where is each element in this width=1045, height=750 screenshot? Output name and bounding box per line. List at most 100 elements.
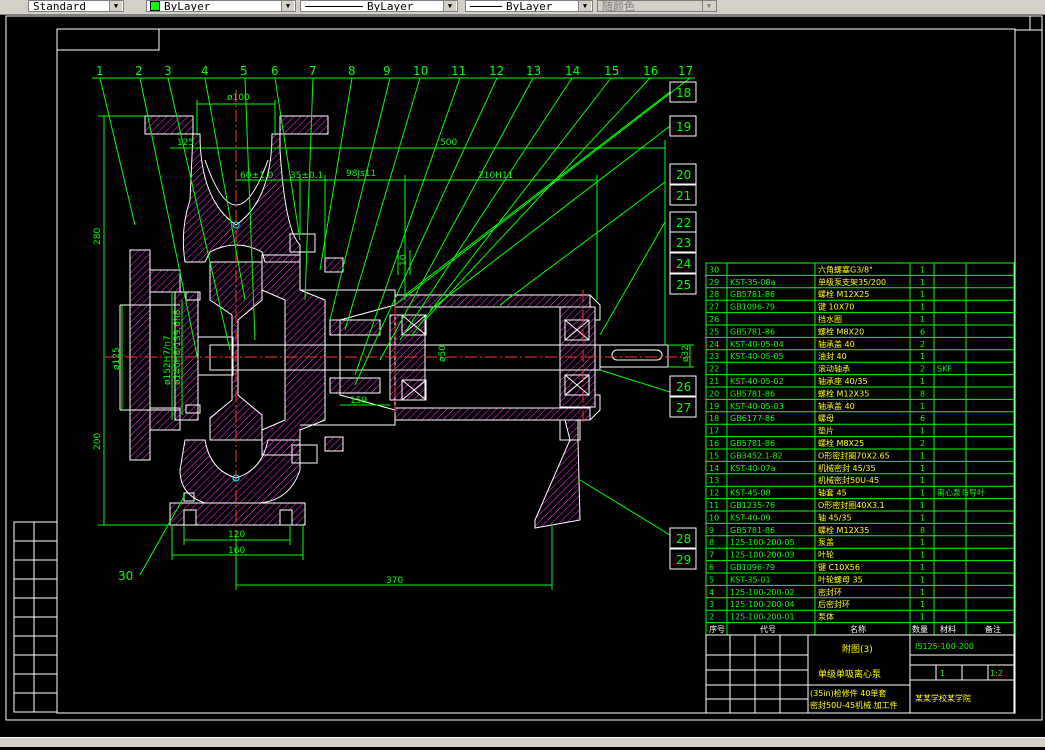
bom-cell-name: 泵体 [818,612,834,622]
bom-cell-name: 挡水圈 [818,314,842,324]
pump-assembly [105,90,690,535]
balloon-boxes-right [669,81,697,570]
dim-210: 210H11 [478,171,513,181]
bom-cell-qty: 1 [920,290,925,299]
chevron-down-icon[interactable]: ▼ [109,1,122,11]
cad-drawing: 1 2 3 4 5 6 7 8 9 10 11 12 13 14 15 16 1… [5,15,1043,721]
assembly-name: 单级单吸离心泵 [818,668,881,680]
bom-cell-name: 机械密封50U-45 [818,475,879,485]
bom-cell-name: 轴承盖 40 [818,339,855,349]
balloon-1: 1 [96,64,104,78]
bom-cell-qty: 1 [920,551,925,560]
bom-cell-code: GB1096-79 [730,563,775,572]
chevron-down-icon[interactable]: ▼ [578,1,591,11]
code-box-top-left [56,28,160,51]
balloon-21: 21 [676,189,691,203]
dim-500: 500 [440,138,457,148]
note-line-1: (35in)检修件 40单套 [810,688,886,698]
layer-control-dropdown[interactable]: ByLayer ▼ [146,0,296,12]
bom-cell-code: 125-100-200-01 [730,613,795,622]
bom-cell-code: GB5781-86 [730,327,775,336]
balloon-9: 9 [383,64,391,78]
bom-cell-code: GB5781-86 [730,526,775,535]
bom-cell-no: 21 [709,377,719,386]
mechanical-seal-upper [329,319,381,336]
bom-cell-qty: 1 [920,476,925,485]
bom-cell-name: O形密封圈40X3.1 [818,500,885,510]
bom-cell-code: GB5781-86 [730,389,775,398]
bom-cell-code: 125-100-200-04 [730,600,795,609]
balloon-14: 14 [565,64,580,78]
dim-50: ø50 [438,345,448,362]
bom-cell-no: 7 [709,551,714,560]
balloon-4: 4 [201,64,209,78]
dim-370: 370 [386,576,403,586]
bom-cell-code: 125-100-200-02 [730,588,795,597]
dim-125: 125 [177,138,194,148]
mechanical-seal-lower [329,377,381,394]
bom-cell-code: GB6177-86 [730,414,775,423]
linetype-control-dropdown[interactable]: ByLayer ▼ [300,0,458,12]
bom-cell-no: 5 [709,575,714,584]
balloon-20: 20 [676,168,691,182]
bom-cell-name: 叶轮螺母 35 [818,574,863,584]
balloon-6: 6 [271,64,279,78]
bom-cell-no: 8 [709,538,714,547]
bom-cell-no: 18 [709,414,719,423]
bom-cell-code: KST-40-05-02 [730,377,784,386]
bom-cell-no: 13 [709,476,719,485]
left-revision-strip [13,521,58,713]
bom-cell-code: KST-40-07a [730,464,776,473]
layer-color-swatch [150,1,160,11]
bom-cell-no: 17 [709,427,719,436]
bom-cell-name: 轴 45/35 [818,512,852,522]
bom-cell-no: 23 [709,352,719,361]
dim-152: ø152H7/n7 [163,335,173,385]
bom-header-cell: 数量 [912,624,928,634]
suction-flange [129,249,151,461]
dim-10: 10 [399,254,409,266]
text-style-dropdown[interactable]: Standard ▼ [28,0,124,12]
bom-cell-no: 2 [709,613,714,622]
school-name: 某某学校某学院 [915,693,971,703]
bom-cell-name: 机械密封 45/35 [818,463,876,473]
plot-style-value: 随颜色 [602,0,635,12]
bom-cell-name: 螺栓 M12X35 [818,525,869,535]
bom-cell-no: 19 [709,402,719,411]
bom-cell-name: 垫片 [818,426,834,436]
support-bracket [534,419,581,529]
bom-cell-code: 125-100-200-05 [730,538,795,547]
bom-cell-no: 22 [709,365,719,374]
balloon-16: 16 [643,64,658,78]
chevron-down-icon[interactable]: ▼ [443,1,456,11]
lineweight-control-dropdown[interactable]: ByLayer ▼ [465,0,593,12]
outlet-flange-left [144,115,194,135]
bom-cell-qty: 6 [920,414,925,423]
bom-cell-no: 4 [709,588,714,597]
balloon-17: 17 [678,64,693,78]
chevron-down-icon[interactable]: ▼ [281,1,294,11]
balloon-24: 24 [676,257,691,271]
bom-cell-name: 单级泵支架35/200 [818,277,886,287]
dim-120: 120 [228,530,245,540]
bom-cell-qty: 1 [920,265,925,274]
bom-cell-code: KST-45-08 [730,489,771,498]
bom-cell-note: SKF [937,365,952,374]
balloon-15: 15 [604,64,619,78]
chevron-down-icon[interactable]: ▼ [702,1,715,11]
balloon-10: 10 [413,64,428,78]
dim-140: ø140H8/139.6h8 [173,309,183,385]
dim-280: 280 [93,228,103,245]
dim-160: 160 [228,546,245,556]
bom-cell-no: 27 [709,303,719,312]
bom-cell-qty: 1 [920,563,925,572]
drawing-area[interactable]: 1 2 3 4 5 6 7 8 9 10 11 12 13 14 15 16 1… [0,15,1045,746]
bom-cell-name: 螺母 [818,413,834,423]
bom-cell-no: 6 [709,563,714,572]
balloon-22: 22 [676,216,691,230]
bom-cell-no: 20 [709,389,719,398]
bom-cell-code: GB5781-86 [730,290,775,299]
balloon-30: 30 [118,569,133,583]
plot-style-dropdown[interactable]: 随颜色 ▼ [597,0,717,12]
bom-cell-name: O形密封圈70X2.65 [818,450,890,460]
